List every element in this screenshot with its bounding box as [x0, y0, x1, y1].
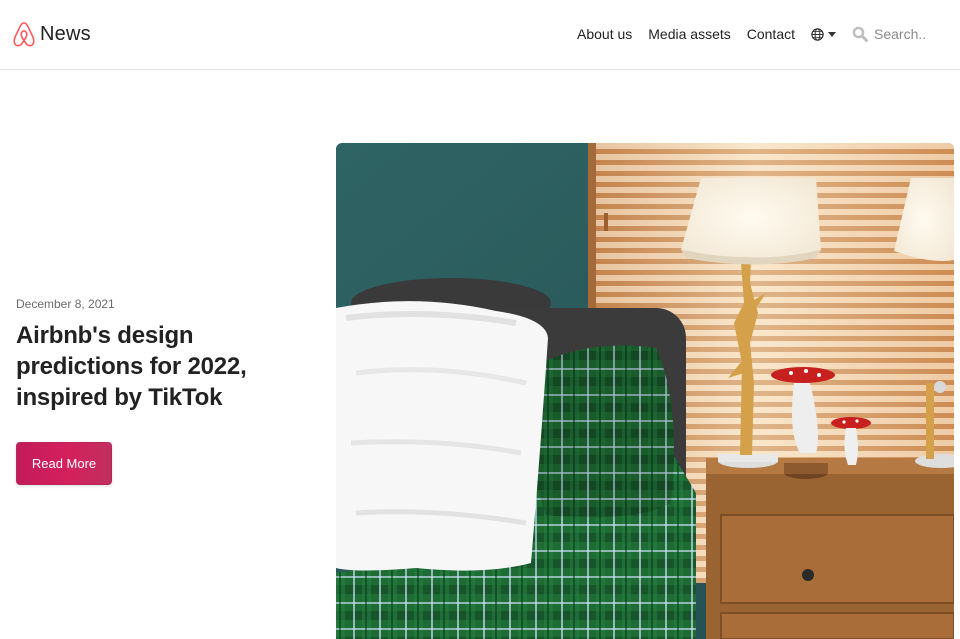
- hero-image[interactable]: [336, 143, 954, 639]
- article-title-line: inspired by TikTok: [16, 384, 223, 411]
- caret-down-icon: [828, 31, 836, 37]
- read-more-button[interactable]: Read More: [16, 442, 112, 485]
- bedroom-scene-photo: [336, 143, 954, 639]
- brand-name: News: [40, 22, 91, 45]
- nav-contact[interactable]: Contact: [747, 26, 795, 42]
- article-title[interactable]: Airbnb's design predictions for 2022, insp…: [16, 320, 316, 413]
- featured-article: December 8, 2021 Airbnb's design predicti…: [16, 297, 316, 413]
- main-nav: About us Media assets Contact: [577, 22, 930, 46]
- search-input[interactable]: [874, 26, 930, 42]
- nav-media-assets[interactable]: Media assets: [648, 26, 730, 42]
- airbnb-logo-icon: [13, 22, 35, 47]
- language-selector[interactable]: [811, 27, 836, 41]
- site-header: News About us Media assets Contact: [0, 0, 960, 70]
- globe-icon: [811, 27, 824, 41]
- search-icon[interactable]: [852, 26, 868, 42]
- search-box: [852, 26, 930, 42]
- article-title-line: predictions for 2022,: [16, 353, 247, 380]
- article-date: December 8, 2021: [16, 297, 115, 311]
- article-title-line: Airbnb's design: [16, 322, 194, 349]
- nav-about-us[interactable]: About us: [577, 26, 632, 42]
- brand-link[interactable]: News: [12, 20, 91, 48]
